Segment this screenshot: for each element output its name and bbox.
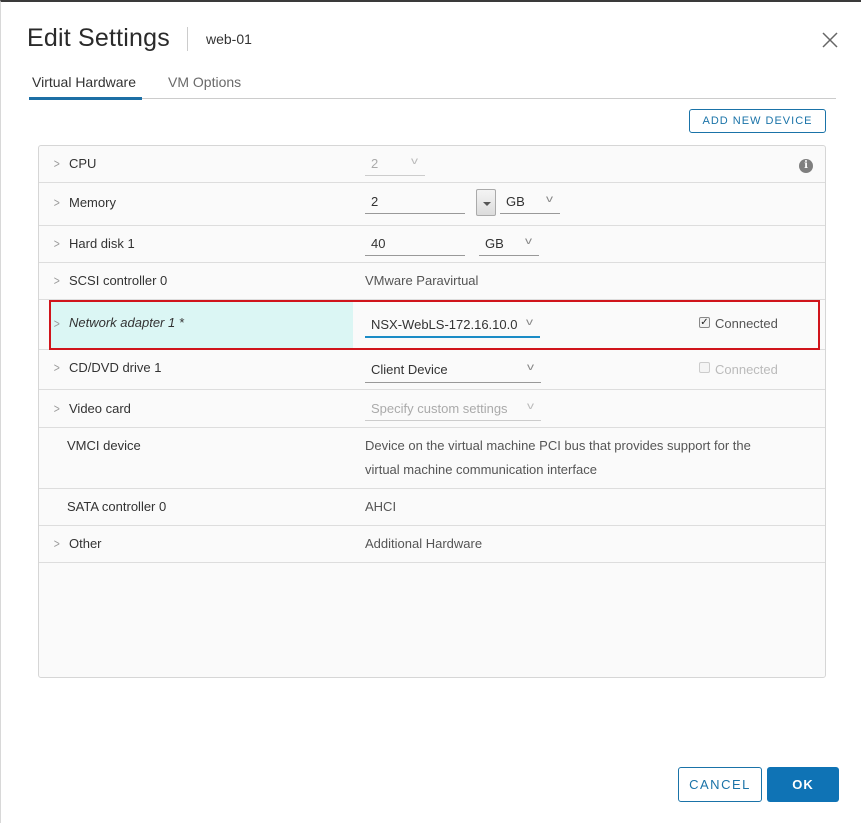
chevron-down-icon: v (527, 401, 534, 412)
cd-dvd-value: Client Device (371, 362, 448, 377)
expand-chevron-icon[interactable]: > (54, 156, 60, 171)
hard-disk-unit: GB (485, 236, 504, 251)
cd-dvd-select[interactable]: Client Device v (365, 362, 541, 383)
expand-chevron-icon[interactable]: > (54, 316, 60, 331)
chevron-down-icon: v (527, 362, 534, 373)
dialog-header: Edit Settings web-01 (27, 24, 252, 53)
row-label: SATA controller 0 (67, 499, 167, 514)
sata-value: AHCI (365, 499, 397, 514)
tab-bar: Virtual Hardware VM Options (29, 70, 836, 100)
row-label: Network adapter 1 * (69, 315, 184, 330)
add-new-device-button[interactable]: ADD NEW DEVICE (689, 109, 826, 133)
chevron-down-icon: v (411, 156, 418, 167)
connected-label: Connected (715, 316, 778, 331)
expand-chevron-icon[interactable]: > (54, 536, 60, 551)
row-label: SCSI controller 0 (69, 273, 168, 288)
vmci-description-line2: virtual machine communication interface (365, 462, 597, 477)
close-button[interactable] (819, 29, 841, 51)
row-cpu: > CPU 2 v i (39, 146, 825, 183)
memory-spin-button[interactable] (476, 189, 496, 216)
hardware-grid: > CPU 2 v i > Memory 2 GB v > Hard disk … (38, 145, 826, 678)
row-label: Video card (69, 401, 131, 416)
hard-disk-input[interactable]: 40 (365, 236, 465, 256)
row-label: CD/DVD drive 1 (69, 360, 162, 375)
cancel-button[interactable]: CANCEL (678, 767, 762, 802)
row-video-card: > Video card Specify custom settings v (39, 390, 825, 428)
network-value: NSX-WebLS-172.16.10.0 (371, 317, 518, 332)
row-cd-dvd: > CD/DVD drive 1 Client Device v Connect… (39, 350, 825, 390)
cd-dvd-connected-checkbox[interactable] (699, 362, 710, 373)
expand-chevron-icon[interactable]: > (54, 401, 60, 416)
row-vmci-device: VMCI device Device on the virtual machin… (39, 428, 825, 489)
row-label: Hard disk 1 (69, 236, 135, 251)
network-select[interactable]: NSX-WebLS-172.16.10.0 v (365, 317, 540, 338)
vmci-description-line1: Device on the virtual machine PCI bus th… (365, 438, 751, 453)
dialog-title: Edit Settings (27, 24, 170, 52)
row-memory: > Memory 2 GB v (39, 183, 825, 226)
row-scsi-controller: > SCSI controller 0 VMware Paravirtual (39, 263, 825, 300)
info-icon[interactable]: i (799, 159, 813, 173)
network-connected-checkbox[interactable]: ✓ (699, 317, 710, 328)
row-label: CPU (69, 156, 97, 171)
connected-label: Connected (715, 362, 778, 377)
row-label: VMCI device (67, 438, 141, 453)
video-card-value: Specify custom settings (371, 401, 508, 416)
row-hard-disk: > Hard disk 1 40 GB v (39, 226, 825, 263)
video-card-select[interactable]: Specify custom settings v (365, 401, 541, 421)
title-divider (186, 26, 188, 51)
row-sata-controller: SATA controller 0 AHCI (39, 489, 825, 526)
expand-chevron-icon[interactable]: > (54, 360, 60, 375)
tab-vm-options[interactable]: VM Options (165, 70, 244, 99)
row-label: Memory (69, 195, 116, 210)
chevron-down-icon: v (525, 236, 532, 247)
close-icon (822, 32, 838, 48)
expand-chevron-icon[interactable]: > (54, 273, 60, 288)
chevron-down-icon: v (526, 317, 533, 328)
scsi-value: VMware Paravirtual (365, 273, 479, 288)
row-other: > Other Additional Hardware (39, 526, 825, 563)
ok-button[interactable]: OK (767, 767, 839, 802)
expand-chevron-icon[interactable]: > (54, 236, 60, 251)
memory-input[interactable]: 2 (365, 194, 465, 214)
cpu-select[interactable]: 2 v (365, 156, 425, 176)
memory-unit-select[interactable]: GB v (500, 194, 560, 214)
cpu-value: 2 (371, 156, 379, 171)
memory-unit: GB (506, 194, 525, 209)
other-value: Additional Hardware (365, 536, 483, 551)
row-label: Other (69, 536, 102, 551)
expand-chevron-icon[interactable]: > (54, 195, 60, 210)
tab-virtual-hardware[interactable]: Virtual Hardware (29, 70, 143, 100)
vm-name: web-01 (205, 30, 252, 47)
row-network-adapter: > Network adapter 1 * NSX-WebLS-172.16.1… (39, 300, 825, 350)
hard-disk-unit-select[interactable]: GB v (479, 236, 539, 256)
chevron-down-icon: v (546, 194, 553, 205)
